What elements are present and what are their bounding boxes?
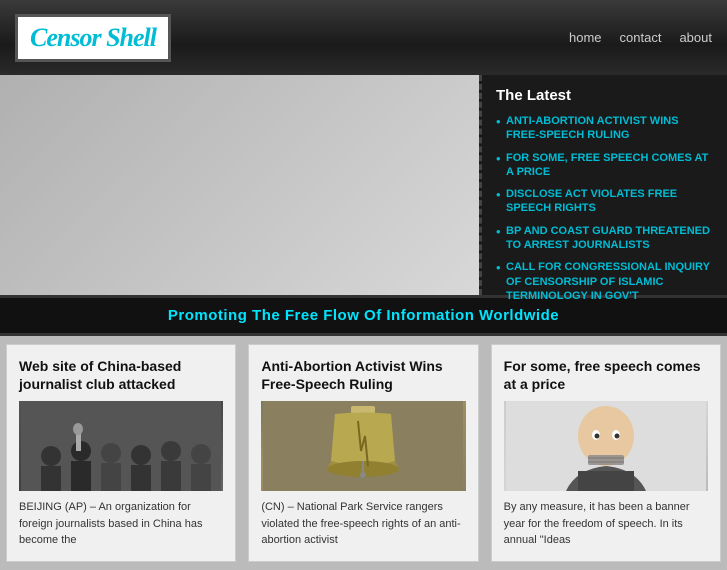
article-card-2: For some, free speech comes at a price	[491, 344, 721, 562]
list-item: DISCLOSE ACT VIOLATES FREE SPEECH RIGHTS	[496, 187, 713, 216]
latest-link-4[interactable]: CALL FOR CONGRESSIONAL INQUIRY OF CENSOR…	[506, 260, 713, 303]
latest-title: The Latest	[496, 87, 713, 104]
latest-link-0[interactable]: ANTI-ABORTION ACTIVIST WINS FREE-SPEECH …	[506, 114, 713, 143]
article-image-2	[504, 401, 708, 491]
list-item: BP AND COAST GUARD THREATENED TO ARREST …	[496, 224, 713, 253]
article-excerpt-1: (CN) – National Park Service rangers vio…	[261, 499, 465, 549]
logo: Censor Shell	[15, 14, 171, 62]
article-card-0: Web site of China-based journalist club …	[6, 344, 236, 562]
nav-contact[interactable]: contact	[620, 30, 662, 45]
article-excerpt-2: By any measure, it has been a banner yea…	[504, 499, 708, 549]
article-title-0: Web site of China-based journalist club …	[19, 357, 223, 393]
article-image-1	[261, 401, 465, 491]
latest-sidebar: The Latest ANTI-ABORTION ACTIVIST WINS F…	[479, 75, 727, 295]
article-title-1: Anti-Abortion Activist Wins Free-Speech …	[261, 357, 465, 393]
hero-section: The Latest ANTI-ABORTION ACTIVIST WINS F…	[0, 75, 727, 295]
article-excerpt-0: BEIJING (AP) – An organization for forei…	[19, 499, 223, 549]
tagline-text: Promoting The Free Flow Of Information W…	[168, 307, 559, 324]
article-title-2: For some, free speech comes at a price	[504, 357, 708, 393]
hero-image-area	[0, 75, 479, 295]
articles-grid: Web site of China-based journalist club …	[0, 336, 727, 570]
list-item: ANTI-ABORTION ACTIVIST WINS FREE-SPEECH …	[496, 114, 713, 143]
latest-link-1[interactable]: FOR SOME, FREE SPEECH COMES AT A PRICE	[506, 151, 713, 180]
list-item: CALL FOR CONGRESSIONAL INQUIRY OF CENSOR…	[496, 260, 713, 303]
logo-part2: Shell	[106, 23, 156, 52]
latest-link-3[interactable]: BP AND COAST GUARD THREATENED TO ARREST …	[506, 224, 713, 253]
main-nav: home contact about	[569, 30, 712, 45]
latest-link-2[interactable]: DISCLOSE ACT VIOLATES FREE SPEECH RIGHTS	[506, 187, 713, 216]
article-image-0	[19, 401, 223, 491]
list-item: FOR SOME, FREE SPEECH COMES AT A PRICE	[496, 151, 713, 180]
nav-home[interactable]: home	[569, 30, 602, 45]
nav-about[interactable]: about	[679, 30, 712, 45]
header: Censor Shell home contact about	[0, 0, 727, 75]
article-card-1: Anti-Abortion Activist Wins Free-Speech …	[248, 344, 478, 562]
logo-part1: Censor	[30, 23, 101, 52]
latest-list: ANTI-ABORTION ACTIVIST WINS FREE-SPEECH …	[496, 114, 713, 303]
